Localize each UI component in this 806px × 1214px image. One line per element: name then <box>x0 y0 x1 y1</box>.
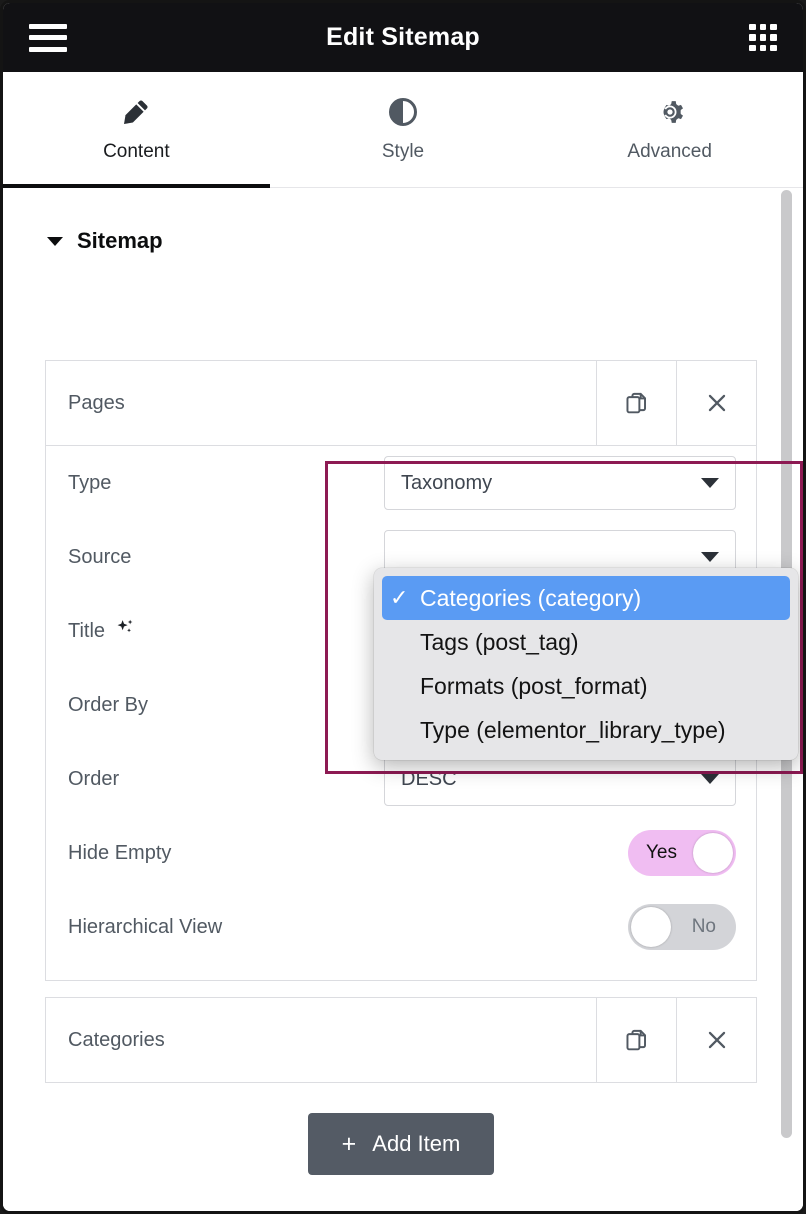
duplicate-icon[interactable] <box>596 998 676 1082</box>
field-title-text: Title <box>68 619 106 642</box>
panel-body: Sitemap Pages Type Taxonomy Source Title… <box>3 188 803 1211</box>
close-icon[interactable] <box>676 361 756 445</box>
repeater-item-header[interactable]: Categories <box>46 998 756 1082</box>
tab-content[interactable]: Content <box>3 72 270 188</box>
hamburger-menu-icon[interactable] <box>29 23 67 52</box>
field-source-label: Source <box>68 545 132 568</box>
field-type: Type Taxonomy <box>46 446 756 520</box>
dropdown-option-formats[interactable]: Formats (post_format) <box>374 664 798 708</box>
repeater-item-title: Categories <box>68 1028 165 1051</box>
field-hide-empty: Hide Empty Yes <box>46 816 756 890</box>
tab-advanced-label: Advanced <box>627 140 712 162</box>
panel-tabs: Content Style Advanced <box>3 72 803 188</box>
close-icon[interactable] <box>676 998 756 1082</box>
pencil-icon <box>121 97 151 127</box>
check-icon: ✓ <box>390 585 409 610</box>
dropdown-option-categories[interactable]: ✓ Categories (category) <box>382 576 790 620</box>
plus-icon: + <box>341 1129 357 1158</box>
section-title: Sitemap <box>77 228 163 253</box>
tab-advanced[interactable]: Advanced <box>536 72 803 187</box>
section-header-sitemap[interactable]: Sitemap <box>3 188 803 254</box>
order-select-value: DESC <box>401 767 457 790</box>
tab-style-label: Style <box>381 140 425 162</box>
chevron-down-icon <box>701 552 719 562</box>
field-title-label: Title <box>68 617 368 645</box>
window-titlebar: Edit Sitemap <box>3 3 803 72</box>
field-hierarchical-view-label: Hierarchical View <box>68 915 223 938</box>
dropdown-option-tags[interactable]: Tags (post_tag) <box>374 620 798 664</box>
hide-empty-toggle-value: Yes <box>646 842 677 863</box>
dropdown-option-type[interactable]: Type (elementor_library_type) <box>374 708 798 752</box>
contrast-icon <box>388 97 418 127</box>
gear-icon <box>655 97 685 127</box>
dropdown-option-label: Categories (category) <box>420 584 642 611</box>
tab-content-label: Content <box>103 140 170 162</box>
field-type-label: Type <box>68 471 112 494</box>
toggle-knob <box>631 907 671 947</box>
repeater-item-categories: Categories <box>45 997 757 1083</box>
dropdown-option-label: Type (elementor_library_type) <box>420 716 726 743</box>
grid-apps-icon[interactable] <box>749 23 777 52</box>
window-title: Edit Sitemap <box>326 23 480 51</box>
toggle-knob <box>693 833 733 873</box>
repeater-item-title: Pages <box>68 391 125 414</box>
dropdown-option-label: Tags (post_tag) <box>420 628 579 655</box>
dropdown-option-label: Formats (post_format) <box>420 672 648 699</box>
field-hide-empty-label: Hide Empty <box>68 841 172 864</box>
field-hierarchical-view: Hierarchical View No <box>46 890 756 964</box>
chevron-down-icon <box>701 478 719 488</box>
add-item-label: Add Item <box>372 1131 461 1156</box>
tab-style[interactable]: Style <box>270 72 537 187</box>
order-select[interactable]: DESC <box>384 752 736 806</box>
ai-sparkle-icon[interactable] <box>114 617 136 645</box>
caret-down-icon <box>47 236 63 246</box>
field-order-label: Order <box>68 767 120 790</box>
repeater-list: Pages Type Taxonomy Source Title Order B… <box>45 360 757 1175</box>
type-select-dropdown: ✓ Categories (category) Tags (post_tag) … <box>374 568 798 760</box>
chevron-down-icon <box>701 774 719 784</box>
hierarchical-view-toggle[interactable]: No <box>628 904 736 950</box>
add-item-wrap: + Add Item <box>45 1113 757 1175</box>
repeater-item-header[interactable]: Pages <box>46 361 756 445</box>
hierarchical-view-toggle-value: No <box>691 916 716 937</box>
add-item-button[interactable]: + Add Item <box>307 1113 495 1175</box>
field-order-by-label: Order By <box>68 693 149 716</box>
type-select[interactable]: Taxonomy <box>384 456 736 510</box>
type-select-value: Taxonomy <box>401 471 493 494</box>
duplicate-icon[interactable] <box>596 361 676 445</box>
editor-window: Edit Sitemap Content Style Advanced Site… <box>0 0 806 1214</box>
hide-empty-toggle[interactable]: Yes <box>628 830 736 876</box>
